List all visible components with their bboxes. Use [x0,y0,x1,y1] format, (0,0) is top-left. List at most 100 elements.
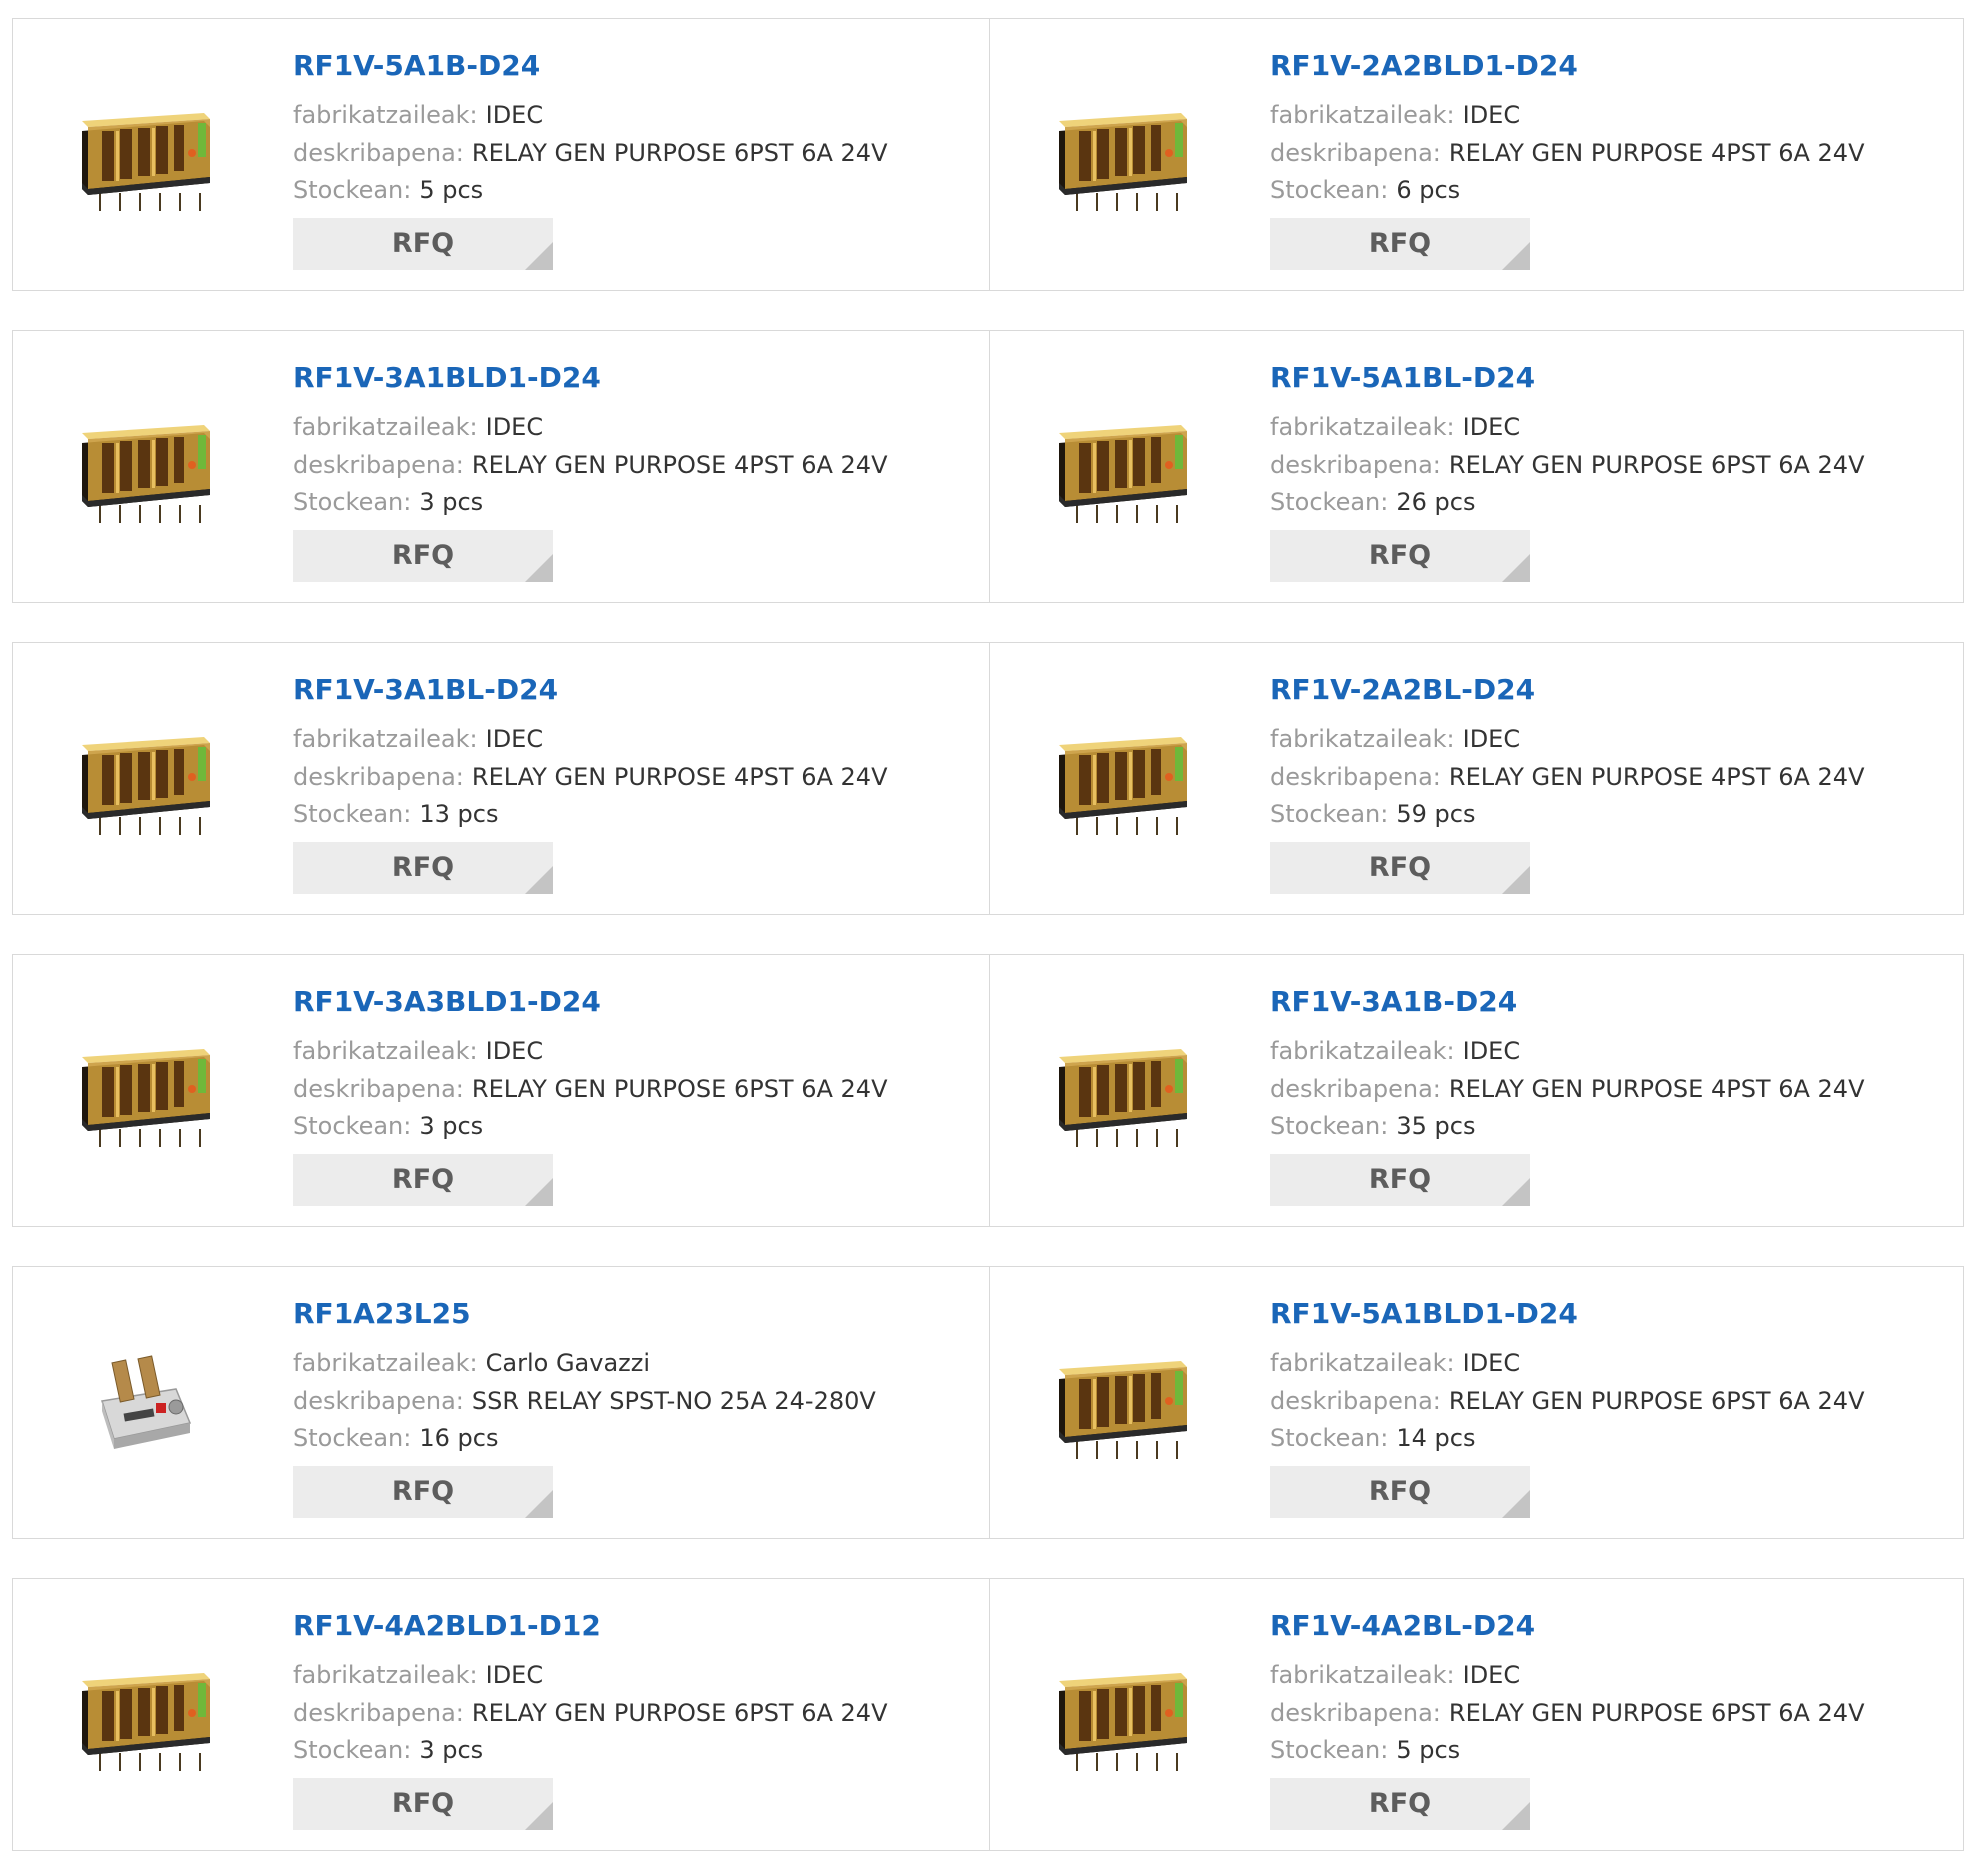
manufacturer-label: fabrikatzaileak: [293,101,478,129]
manufacturer-line: fabrikatzaileak: Carlo Gavazzi [293,1349,650,1377]
description-line: deskribapena: RELAY GEN PURPOSE 6PST 6A 2… [293,1699,887,1727]
rfq-button[interactable]: RFQ [293,218,553,270]
rfq-button[interactable]: RFQ [293,1154,553,1206]
manufacturer-label: fabrikatzaileak: [1270,1661,1455,1689]
manufacturer-value: IDEC [1462,1661,1521,1689]
part-number-link[interactable]: RF1V-3A1B-D24 [1270,985,1517,1018]
manufacturer-line: fabrikatzaileak: IDEC [1270,1037,1520,1065]
manufacturer-value: IDEC [1462,101,1521,129]
rfq-button[interactable]: RFQ [1270,1778,1530,1830]
stock-value: 6 pcs [1396,176,1461,204]
part-number-link[interactable]: RF1A23L25 [293,1297,471,1330]
description-line: deskribapena: RELAY GEN PURPOSE 6PST 6A 2… [1270,1387,1864,1415]
part-number-link[interactable]: RF1V-4A2BL-D24 [1270,1609,1535,1642]
description-label: deskribapena: [293,139,464,167]
stock-value: 3 pcs [419,1736,484,1764]
stock-value: 16 pcs [419,1424,499,1452]
stock-line: Stockean: 35 pcs [1270,1112,1475,1140]
stock-value: 5 pcs [1396,1736,1461,1764]
description-value: RELAY GEN PURPOSE 6PST 6A 24V [1448,1387,1865,1415]
description-line: deskribapena: RELAY GEN PURPOSE 4PST 6A 2… [1270,139,1864,167]
relay-image[interactable] [1035,383,1205,553]
relay-image[interactable] [1035,695,1205,865]
description-value: RELAY GEN PURPOSE 6PST 6A 24V [1448,1699,1865,1727]
description-label: deskribapena: [1270,1075,1441,1103]
product-card: RF1A23L25 fabrikatzaileak: Carlo Gavazzi … [13,1267,989,1538]
relay-image[interactable] [58,383,228,553]
part-number-link[interactable]: RF1V-2A2BLD1-D24 [1270,49,1578,82]
product-card: RF1V-2A2BL-D24 fabrikatzaileak: IDEC desk… [989,643,1964,914]
stock-label: Stockean: [1270,488,1389,516]
description-value: RELAY GEN PURPOSE 6PST 6A 24V [471,1699,888,1727]
stock-label: Stockean: [293,176,412,204]
stock-value: 13 pcs [419,800,499,828]
description-value: RELAY GEN PURPOSE 4PST 6A 24V [471,451,888,479]
stock-line: Stockean: 59 pcs [1270,800,1475,828]
stock-label: Stockean: [293,1424,412,1452]
manufacturer-label: fabrikatzaileak: [293,413,478,441]
part-number-link[interactable]: RF1V-2A2BL-D24 [1270,673,1535,706]
description-value: SSR RELAY SPST-NO 25A 24-280V [471,1387,876,1415]
manufacturer-value: Carlo Gavazzi [485,1349,651,1377]
stock-line: Stockean: 5 pcs [1270,1736,1460,1764]
rfq-button[interactable]: RFQ [1270,1154,1530,1206]
part-number-link[interactable]: RF1V-3A1BL-D24 [293,673,558,706]
stock-line: Stockean: 16 pcs [293,1424,498,1452]
product-row: RF1V-3A3BLD1-D24 fabrikatzaileak: IDEC de… [12,954,1964,1227]
rfq-button[interactable]: RFQ [293,842,553,894]
manufacturer-value: IDEC [1462,725,1521,753]
description-line: deskribapena: RELAY GEN PURPOSE 6PST 6A 2… [293,1075,887,1103]
relay-image[interactable] [58,71,228,241]
rfq-button[interactable]: RFQ [1270,1466,1530,1518]
description-value: RELAY GEN PURPOSE 4PST 6A 24V [1448,139,1865,167]
stock-label: Stockean: [1270,800,1389,828]
manufacturer-line: fabrikatzaileak: IDEC [1270,101,1520,129]
rfq-label: RFQ [391,1476,455,1507]
relay-image[interactable] [1035,1007,1205,1177]
rfq-label: RFQ [391,228,455,259]
relay-image[interactable] [58,1007,228,1177]
relay-image[interactable] [58,695,228,865]
product-row: RF1A23L25 fabrikatzaileak: Carlo Gavazzi … [12,1266,1964,1539]
stock-line: Stockean: 5 pcs [293,176,483,204]
stock-value: 3 pcs [419,488,484,516]
product-grid: RF1V-5A1B-D24 fabrikatzaileak: IDEC deskr… [0,0,1964,1851]
manufacturer-value: IDEC [1462,1037,1521,1065]
rfq-label: RFQ [1368,1164,1432,1195]
description-line: deskribapena: RELAY GEN PURPOSE 4PST 6A 2… [293,451,887,479]
product-row: RF1V-5A1B-D24 fabrikatzaileak: IDEC deskr… [12,18,1964,291]
part-number-link[interactable]: RF1V-5A1BLD1-D24 [1270,1297,1578,1330]
stock-line: Stockean: 26 pcs [1270,488,1475,516]
rfq-button[interactable]: RFQ [293,530,553,582]
rfq-label: RFQ [391,852,455,883]
rfq-label: RFQ [391,1788,455,1819]
part-number-link[interactable]: RF1V-3A3BLD1-D24 [293,985,601,1018]
relay-image[interactable] [58,1631,228,1801]
corner-triangle-icon [1502,866,1530,894]
manufacturer-value: IDEC [485,725,544,753]
part-number-link[interactable]: RF1V-5A1BL-D24 [1270,361,1535,394]
manufacturer-label: fabrikatzaileak: [1270,413,1455,441]
part-number-link[interactable]: RF1V-3A1BLD1-D24 [293,361,601,394]
part-number-link[interactable]: RF1V-5A1B-D24 [293,49,540,82]
part-number-link[interactable]: RF1V-4A2BLD1-D12 [293,1609,601,1642]
rfq-button[interactable]: RFQ [293,1778,553,1830]
rfq-button[interactable]: RFQ [1270,530,1530,582]
description-label: deskribapena: [293,763,464,791]
description-line: deskribapena: RELAY GEN PURPOSE 6PST 6A 2… [293,139,887,167]
rfq-button[interactable]: RFQ [293,1466,553,1518]
manufacturer-value: IDEC [1462,1349,1521,1377]
relay-image[interactable] [1035,71,1205,241]
stock-value: 14 pcs [1396,1424,1476,1452]
rfq-button[interactable]: RFQ [1270,218,1530,270]
relay-image[interactable] [1035,1319,1205,1489]
ssr-relay-image[interactable] [58,1319,228,1489]
description-label: deskribapena: [293,1387,464,1415]
description-label: deskribapena: [1270,139,1441,167]
stock-label: Stockean: [293,1736,412,1764]
description-value: RELAY GEN PURPOSE 4PST 6A 24V [1448,763,1865,791]
stock-line: Stockean: 3 pcs [293,488,483,516]
relay-image[interactable] [1035,1631,1205,1801]
stock-line: Stockean: 6 pcs [1270,176,1460,204]
rfq-button[interactable]: RFQ [1270,842,1530,894]
